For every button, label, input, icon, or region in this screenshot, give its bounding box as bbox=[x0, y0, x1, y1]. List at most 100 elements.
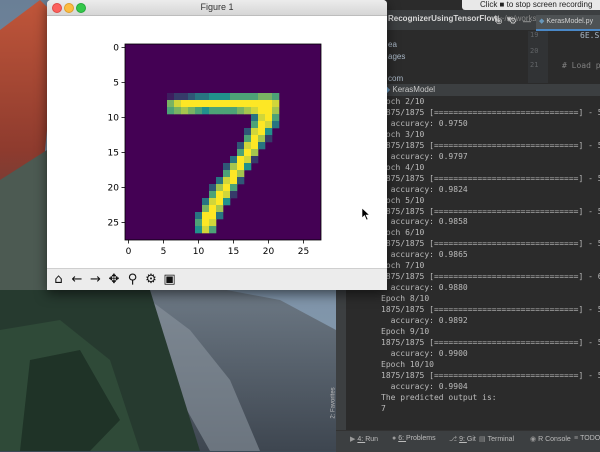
editor-tab-label: KerasModel.py bbox=[546, 18, 594, 25]
console-line: 1875/1875 [=============================… bbox=[381, 173, 600, 183]
heatmap-cell bbox=[244, 128, 252, 136]
heatmap-cell bbox=[195, 93, 203, 101]
project-name: RecognizerUsingTensorFlow bbox=[388, 14, 498, 23]
heatmap-cell bbox=[216, 191, 224, 199]
console-line: The predicted output is: bbox=[381, 392, 497, 402]
code-comment: # Load p bbox=[562, 61, 600, 70]
zoom-icon[interactable]: ⚲ bbox=[124, 271, 141, 288]
heatmap-cell bbox=[209, 226, 217, 234]
project-item[interactable]: ea bbox=[388, 40, 397, 49]
pan-icon[interactable]: ✥ bbox=[106, 271, 123, 288]
heatmap-cell bbox=[251, 142, 259, 150]
heatmap-cell bbox=[244, 100, 252, 108]
tool-tab-icon: ≡ bbox=[574, 435, 579, 442]
project-title: RecognizerUsingTensorFlow ~/m/worksp bbox=[388, 14, 541, 23]
tool-tab-git[interactable]: ⎇ 9: Git bbox=[449, 435, 476, 443]
home-icon[interactable]: ⌂ bbox=[50, 271, 67, 288]
configure-subplots-icon[interactable]: ⚙ bbox=[143, 271, 160, 288]
tool-tab-icon: ▶ bbox=[350, 436, 356, 443]
heatmap-cell bbox=[272, 121, 280, 129]
heatmap-cell bbox=[265, 121, 273, 129]
heatmap-cell bbox=[230, 177, 238, 185]
heatmap-cell bbox=[272, 114, 280, 122]
heatmap-cell bbox=[216, 177, 224, 185]
x-tick-label: 5 bbox=[161, 247, 167, 257]
console-line: 1875/1875 [=============================… bbox=[381, 140, 600, 150]
heatmap-cell bbox=[265, 107, 273, 115]
console-line: poch 2/10 bbox=[381, 97, 425, 106]
line-gutter: 19 20 21 bbox=[528, 31, 548, 83]
tool-tab-number: 6: bbox=[398, 435, 407, 442]
heatmap-cell bbox=[244, 163, 252, 171]
tool-tab-r-console[interactable]: ◉ R Console bbox=[530, 435, 571, 443]
heatmap-cell bbox=[209, 100, 217, 108]
heatmap-cell bbox=[251, 100, 259, 108]
heatmap-cell bbox=[209, 191, 217, 199]
x-tick-label: 20 bbox=[263, 247, 275, 257]
heatmap-cell bbox=[209, 212, 217, 220]
back-icon[interactable]: ← bbox=[69, 271, 86, 288]
favorites-tool-tab[interactable]: 2: Favorites bbox=[331, 380, 346, 430]
run-console-output[interactable]: poch 2/10 1875/1875 [====================… bbox=[380, 97, 600, 427]
heatmap-cell bbox=[216, 212, 224, 220]
python-file-icon: ◆ bbox=[539, 18, 545, 25]
forward-icon[interactable]: → bbox=[87, 271, 104, 288]
x-tick-label: 25 bbox=[298, 247, 309, 257]
globe-icon[interactable]: ⊕ bbox=[494, 17, 504, 27]
console-line: accuracy: 0.9900 bbox=[381, 348, 468, 358]
heatmap-cell bbox=[258, 100, 266, 108]
y-tick-label: 20 bbox=[108, 184, 120, 194]
tool-tab-problems[interactable]: ● 6: Problems bbox=[392, 435, 436, 442]
heatmap-cell bbox=[244, 156, 252, 164]
heatmap-cell bbox=[230, 156, 238, 164]
heatmap-cell bbox=[195, 107, 203, 115]
tool-tab-icon: ▤ bbox=[479, 436, 486, 443]
editor-tab-kerasmodel[interactable]: ◆ KerasModel.py bbox=[536, 15, 600, 31]
heatmap-cell bbox=[265, 135, 273, 143]
heatmap-cell bbox=[181, 93, 189, 101]
heatmap-plot[interactable]: 0 5 10 15 20 25 0 5 10 15 20 25 bbox=[47, 16, 387, 268]
heatmap-cell bbox=[188, 93, 196, 101]
heatmap-cell bbox=[251, 121, 259, 129]
figure-titlebar[interactable]: Figure 1 bbox=[47, 0, 387, 16]
tool-tab-terminal[interactable]: ▤ Terminal bbox=[479, 435, 514, 443]
console-line: 1875/1875 [=============================… bbox=[381, 239, 600, 249]
heatmap-cell bbox=[216, 184, 224, 192]
tool-tab-run[interactable]: ▶ 4: Run bbox=[350, 435, 378, 443]
heatmap-cell bbox=[265, 100, 273, 108]
heatmap-cell bbox=[265, 128, 273, 136]
heatmap-cell bbox=[223, 100, 231, 108]
y-tick-label: 0 bbox=[113, 44, 119, 54]
console-line: poch 4/10 bbox=[381, 162, 425, 172]
y-tick-label: 10 bbox=[108, 114, 120, 124]
heatmap-cell bbox=[272, 107, 280, 115]
favorites-label: 2: Favorites bbox=[330, 387, 337, 419]
heatmap-cell bbox=[230, 191, 238, 199]
project-item[interactable]: ages bbox=[388, 52, 405, 61]
run-tab[interactable]: ◆ KerasModel bbox=[380, 85, 435, 94]
heatmap-cell bbox=[181, 100, 189, 108]
heatmap-cell bbox=[174, 107, 182, 115]
console-line: poch 5/10 bbox=[381, 195, 425, 205]
tool-tab-icon: ⎇ bbox=[449, 436, 458, 443]
tool-tab-todo[interactable]: ≡ TODO bbox=[574, 435, 600, 442]
heatmap-cell bbox=[251, 114, 259, 122]
heatmap-cell bbox=[265, 93, 273, 101]
settings-icon[interactable]: ⚙ bbox=[508, 17, 518, 27]
heatmap-cell bbox=[244, 107, 252, 115]
y-tick-label: 5 bbox=[113, 79, 119, 89]
tool-tab-icon: ◉ bbox=[530, 436, 537, 443]
heatmap-cell bbox=[244, 135, 252, 143]
minimize-panel-icon[interactable]: — bbox=[522, 17, 532, 27]
project-item[interactable]: com bbox=[388, 74, 403, 83]
x-tick-label: 10 bbox=[193, 247, 205, 257]
screen-recording-tooltip[interactable]: Click ■ to stop screen recording bbox=[462, 0, 600, 10]
heatmap-cell bbox=[272, 93, 280, 101]
console-line: accuracy: 0.9904 bbox=[381, 381, 468, 391]
code-editor[interactable]: 19 20 21 6E.S # Load p bbox=[528, 31, 600, 83]
console-line: poch 7/10 bbox=[381, 261, 425, 271]
save-icon[interactable]: ▣ bbox=[161, 271, 178, 288]
console-line: 1875/1875 [=============================… bbox=[381, 206, 600, 216]
heatmap-cell bbox=[167, 100, 175, 108]
tool-tab-label: Git bbox=[466, 436, 476, 443]
